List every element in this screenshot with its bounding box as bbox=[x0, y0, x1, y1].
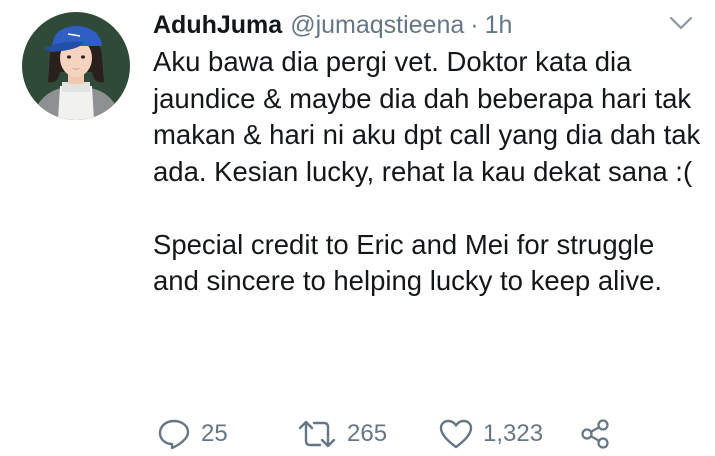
display-name[interactable]: AduhJuma bbox=[153, 11, 282, 40]
heart-icon bbox=[439, 419, 473, 449]
tweet-header: AduhJuma @jumaqstieena · 1h bbox=[153, 6, 512, 44]
chevron-down-icon bbox=[669, 16, 693, 30]
retweet-count: 265 bbox=[347, 420, 388, 447]
reply-icon bbox=[158, 419, 190, 450]
like-button[interactable]: 1,323 bbox=[439, 414, 543, 454]
tweet-paragraph: Aku bawa dia pergi vet. Doktor kata dia … bbox=[153, 46, 701, 187]
separator-dot: · bbox=[470, 10, 479, 39]
share-button[interactable] bbox=[579, 414, 611, 454]
tweet-text: Aku bawa dia pergi vet. Doktor kata dia … bbox=[153, 44, 701, 300]
tweet-actions: 25 265 1,323 bbox=[153, 414, 713, 454]
tweet: AduhJuma @jumaqstieena · 1h Aku bawa dia… bbox=[0, 0, 715, 456]
retweet-button[interactable]: 265 bbox=[297, 414, 387, 454]
avatar[interactable] bbox=[22, 12, 130, 120]
timestamp[interactable]: 1h bbox=[485, 11, 513, 40]
share-icon bbox=[581, 419, 609, 449]
more-options-button[interactable] bbox=[668, 14, 694, 32]
reply-button[interactable]: 25 bbox=[157, 414, 228, 454]
reply-count: 25 bbox=[201, 420, 228, 447]
like-count: 1,323 bbox=[483, 420, 544, 447]
tweet-paragraph: Special credit to Eric and Mei for strug… bbox=[153, 228, 663, 297]
user-handle[interactable]: @jumaqstieena bbox=[290, 11, 464, 40]
retweet-icon bbox=[298, 420, 336, 448]
